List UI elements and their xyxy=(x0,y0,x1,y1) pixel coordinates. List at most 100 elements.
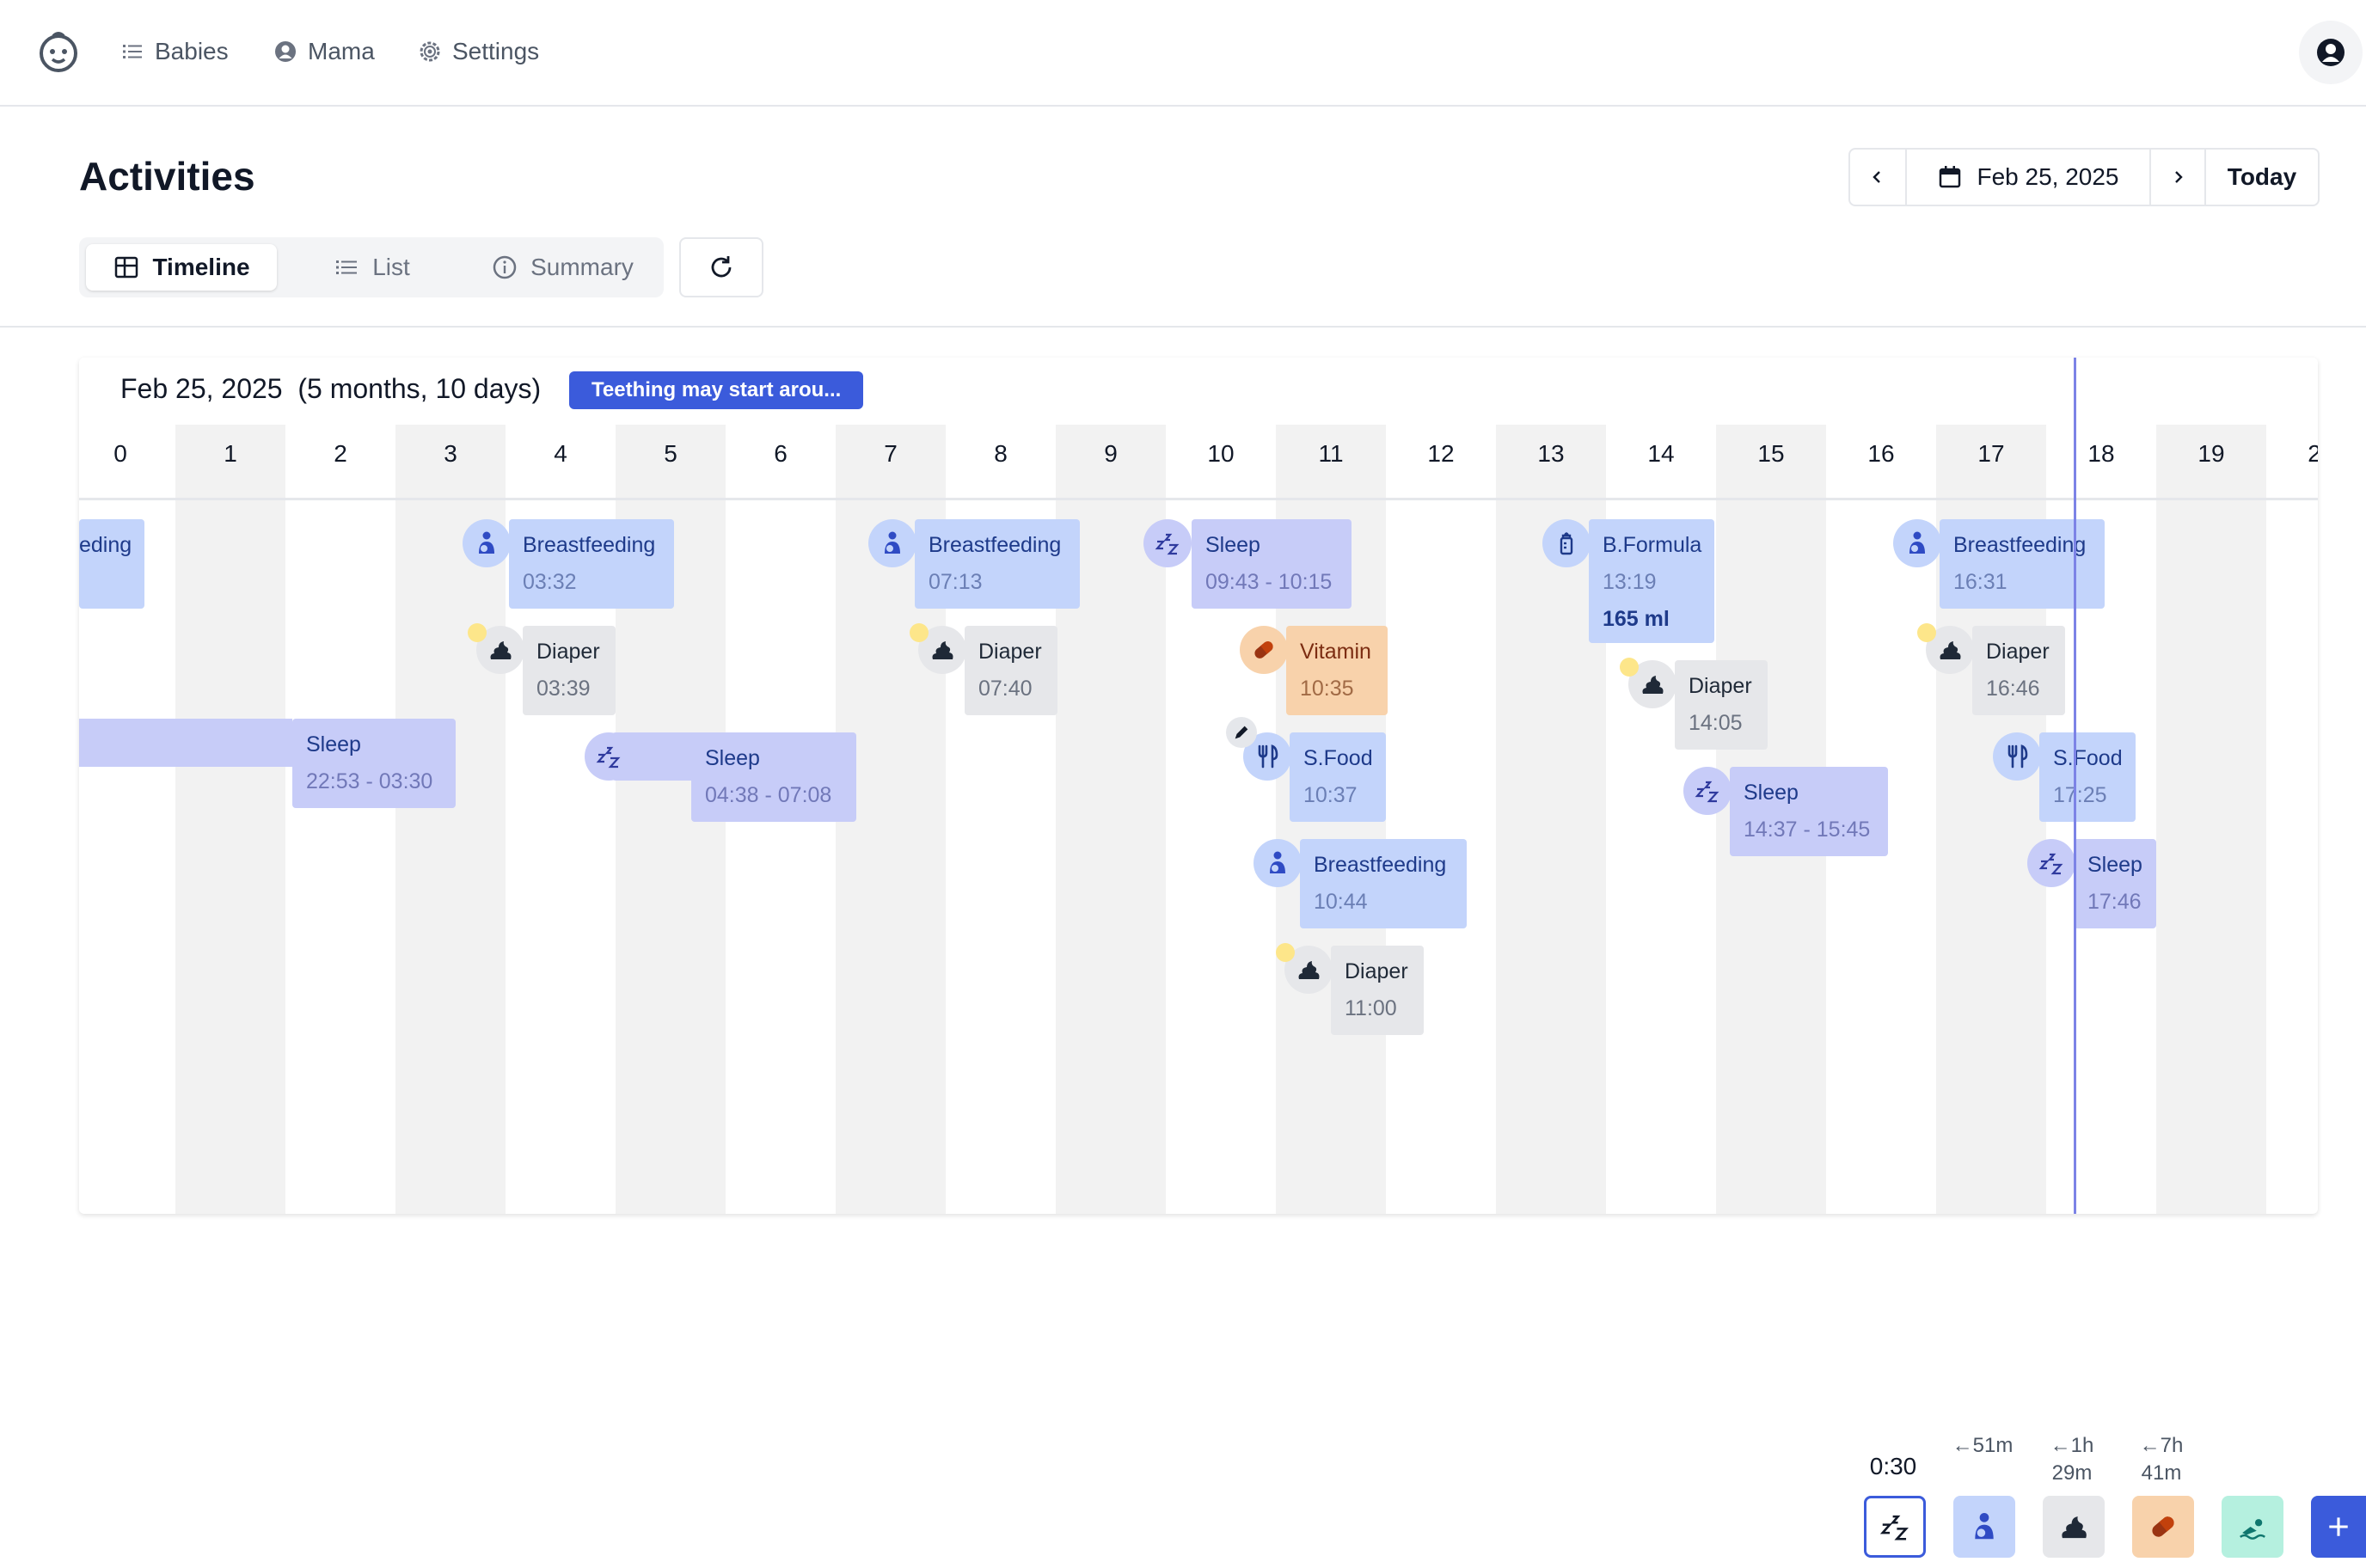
today-button[interactable]: Today xyxy=(2204,150,2318,205)
event-solid-food[interactable]: S.Food 10:37 xyxy=(1290,732,1386,822)
event-name: S.Food xyxy=(2053,746,2123,770)
hour-label: 1 xyxy=(224,440,237,467)
tab-list-label: List xyxy=(372,254,410,280)
next-day-button[interactable] xyxy=(2149,150,2204,205)
chevron-right-icon xyxy=(2175,171,2183,183)
quick-add-bath-button[interactable] xyxy=(2222,1496,2283,1558)
event-sleep[interactable]: Sleep 17:46 xyxy=(2074,839,2156,928)
baby-bottle-icon xyxy=(1542,519,1591,567)
quick-add-sleep-button[interactable] xyxy=(1864,1496,1926,1558)
event-diaper[interactable]: Diaper 16:46 xyxy=(1972,626,2065,715)
breastfeeding-icon xyxy=(1975,1512,1994,1540)
hour-label: 16 xyxy=(1867,440,1895,467)
header-divider xyxy=(0,326,2366,328)
hour-label: 8 xyxy=(994,440,1008,467)
user-circle-icon xyxy=(275,41,296,62)
quick-add-vitamin-button[interactable] xyxy=(2132,1496,2194,1558)
event-breastfeeding[interactable]: Breastfeeding 10:44 xyxy=(1300,839,1467,928)
event-solid-food[interactable]: S.Food 17:25 xyxy=(2039,732,2136,822)
event-name: Breastfeeding xyxy=(523,533,656,557)
event-sleep[interactable]: Sleep 04:38 - 07:08 xyxy=(691,732,856,822)
top-navigation: Babies Mama Settings xyxy=(0,0,2366,107)
user-avatar-icon[interactable] xyxy=(2299,21,2363,84)
date-picker-button[interactable]: Feb 25, 2025 xyxy=(1905,150,2149,205)
event-name: Vitamin xyxy=(1300,640,1371,664)
list-icon xyxy=(336,260,358,274)
event-time: 03:32 xyxy=(523,570,577,594)
hour-label: 14 xyxy=(1647,440,1675,467)
tab-timeline[interactable]: Timeline xyxy=(86,244,277,291)
nav-babies[interactable]: Babies xyxy=(120,31,229,72)
tab-list[interactable]: List xyxy=(294,244,449,291)
event-sleep[interactable]: Sleep 22:53 - 03:30 xyxy=(292,719,456,808)
event-name: Sleep xyxy=(2087,853,2142,877)
quick-add-more-button[interactable] xyxy=(2311,1496,2366,1558)
timeline-card: Feb 25, 2025 (5 months, 10 days) Teethin… xyxy=(79,358,2318,1214)
event-vitamin[interactable]: Vitamin 10:35 xyxy=(1286,626,1388,715)
tab-summary[interactable]: Summary xyxy=(468,244,657,291)
sleep-zzz-icon xyxy=(2027,839,2075,887)
event-breastfeeding[interactable]: Breastfeeding 07:13 xyxy=(915,519,1080,609)
list-icon xyxy=(123,45,142,58)
pill-icon xyxy=(2152,1516,2174,1537)
event-name: Diaper xyxy=(1986,640,2050,664)
event-time: 16:31 xyxy=(1953,570,2007,594)
event-name: Sleep xyxy=(705,746,760,770)
wet-indicator-icon xyxy=(1917,623,1936,642)
event-name: S.Food xyxy=(1303,746,1373,770)
event-name: Sleep xyxy=(1205,533,1260,557)
event-sleep-bar[interactable] xyxy=(79,719,292,767)
hour-label: 17 xyxy=(1977,440,2005,467)
hour-label: 6 xyxy=(774,440,788,467)
event-time: 14:05 xyxy=(1689,711,1743,735)
wet-indicator-icon xyxy=(910,623,929,642)
baby-face-icon[interactable] xyxy=(34,28,83,76)
hour-label: 2 xyxy=(2308,440,2318,467)
event-sleep[interactable]: Sleep 09:43 - 10:15 xyxy=(1192,519,1352,609)
hour-label: 10 xyxy=(1207,440,1235,467)
wet-indicator-icon xyxy=(468,623,487,642)
prev-day-button[interactable] xyxy=(1850,150,1905,205)
event-breastfeeding[interactable]: Breastfeeding 16:31 xyxy=(1940,519,2105,609)
event-bottle-formula[interactable]: B.Formula 13:19 165 ml xyxy=(1589,519,1714,643)
event-time: 11:00 xyxy=(1345,996,1397,1020)
event-time: 22:53 - 03:30 xyxy=(306,769,433,793)
plus-icon xyxy=(2329,1517,2348,1536)
calendar-icon xyxy=(1940,166,1961,188)
event-diaper[interactable]: Diaper 07:40 xyxy=(965,626,1057,715)
sleep-zzz-icon xyxy=(1683,767,1732,815)
poop-icon xyxy=(2062,1516,2087,1539)
hour-label: 0 xyxy=(113,440,127,467)
feed-elapsed: ←51m xyxy=(1952,1434,2014,1457)
event-amount: 165 ml xyxy=(1603,607,1670,631)
chevron-left-icon xyxy=(1873,171,1880,183)
quick-add-breastfeeding-button[interactable] xyxy=(1953,1496,2015,1558)
nav-settings[interactable]: Settings xyxy=(418,31,539,72)
event-time: 07:40 xyxy=(978,677,1033,701)
day-heading: Feb 25, 2025 (5 months, 10 days) xyxy=(120,373,541,405)
event-time: 13:19 xyxy=(1603,570,1657,594)
sleep-zzz-icon xyxy=(1143,519,1192,567)
nav-mama[interactable]: Mama xyxy=(273,31,375,72)
event-diaper[interactable]: Diaper 03:39 xyxy=(523,626,616,715)
vitamin-elapsed-line1: ←7h xyxy=(2139,1434,2184,1457)
event-time: 17:25 xyxy=(2053,783,2107,807)
event-name: eding xyxy=(79,533,132,557)
refresh-button[interactable] xyxy=(679,237,763,297)
event-breastfeeding[interactable]: eding xyxy=(79,519,144,609)
event-time: 10:35 xyxy=(1300,677,1354,701)
hour-label: 18 xyxy=(2087,440,2115,467)
quick-add-diaper-button[interactable] xyxy=(2043,1496,2105,1558)
timeline-axis xyxy=(79,498,2318,500)
event-diaper[interactable]: Diaper 14:05 xyxy=(1675,660,1768,750)
event-time: 07:13 xyxy=(929,570,983,594)
breastfeeding-icon xyxy=(463,519,511,567)
event-sleep[interactable]: Sleep 14:37 - 15:45 xyxy=(1730,767,1888,856)
hour-label: 19 xyxy=(2197,440,2225,467)
event-diaper[interactable]: Diaper 11:00 xyxy=(1331,946,1424,1035)
edit-pencil-icon[interactable] xyxy=(1226,717,1257,748)
diaper-elapsed-line1: ←1h xyxy=(2050,1434,2094,1457)
event-breastfeeding[interactable]: Breastfeeding 03:32 xyxy=(509,519,674,609)
milestone-tip-badge[interactable]: Teething may start arou... xyxy=(569,371,864,409)
tab-timeline-label: Timeline xyxy=(152,254,250,280)
